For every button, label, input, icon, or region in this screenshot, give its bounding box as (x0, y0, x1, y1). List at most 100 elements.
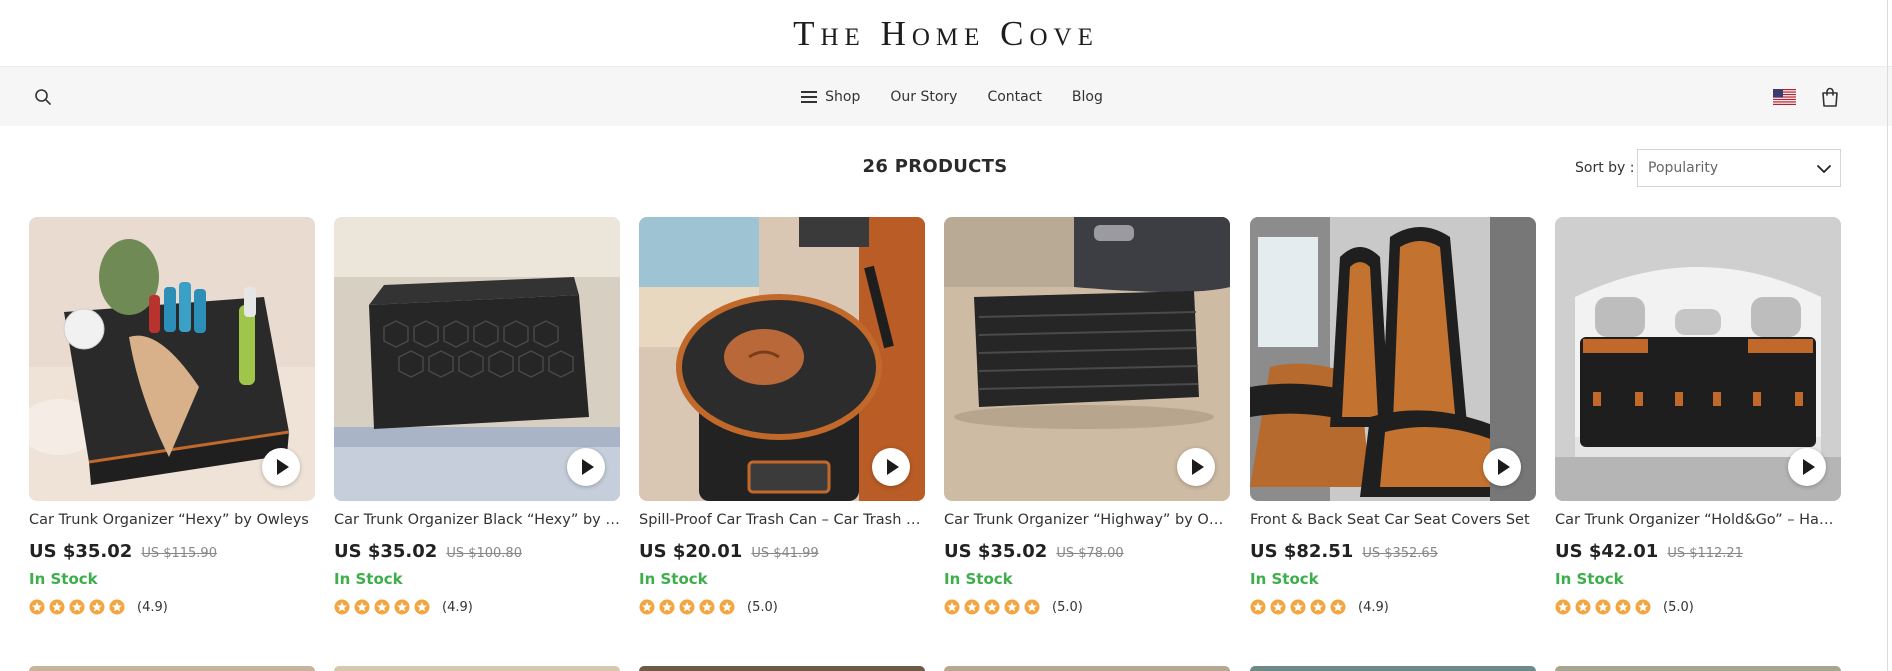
product-price: US $82.51 (1250, 541, 1354, 562)
original-price: US $352.65 (1362, 546, 1438, 561)
star-icon (354, 599, 370, 615)
star-icon (719, 599, 735, 615)
stock-status: In Stock (1250, 570, 1319, 588)
product-title[interactable]: Spill-Proof Car Trash Can – Car Trash Ba… (639, 512, 925, 528)
hamburger-menu-icon (801, 91, 818, 103)
product-price: US $35.02 (334, 541, 438, 562)
next-row-preview (29, 666, 1841, 671)
nav-item-label: Shop (825, 89, 861, 105)
product-image[interactable] (29, 666, 315, 671)
product-image[interactable] (1555, 666, 1841, 671)
stock-status: In Stock (639, 570, 708, 588)
rating: (4.9) (29, 599, 168, 615)
product-price: US $20.01 (639, 541, 743, 562)
rating-score: (4.9) (137, 599, 168, 615)
price-row: US $20.01 US $41.99 (639, 541, 819, 562)
product-image[interactable] (1555, 217, 1841, 501)
star-icon (1004, 599, 1020, 615)
stock-status: In Stock (944, 570, 1013, 588)
product-card[interactable]: Car Trunk Organizer “Highway” by Owleys … (944, 217, 1230, 627)
star-icon (1555, 599, 1571, 615)
play-video-button[interactable] (1788, 448, 1826, 486)
rating: (5.0) (639, 599, 778, 615)
nav-item-contact[interactable]: Contact (987, 89, 1041, 105)
price-row: US $35.02 US $115.90 (29, 541, 217, 562)
original-price: US $115.90 (141, 546, 217, 561)
play-video-button[interactable] (567, 448, 605, 486)
star-icon (1024, 599, 1040, 615)
product-image[interactable] (639, 217, 925, 501)
scrollbar-track[interactable] (1887, 0, 1892, 671)
original-price: US $41.99 (751, 546, 819, 561)
original-price: US $112.21 (1667, 546, 1743, 561)
play-video-button[interactable] (872, 448, 910, 486)
product-image[interactable] (639, 666, 925, 671)
product-price: US $42.01 (1555, 541, 1659, 562)
product-title[interactable]: Car Trunk Organizer “Hold&Go” – Hanging … (1555, 512, 1841, 528)
star-icon (679, 599, 695, 615)
product-card[interactable]: Spill-Proof Car Trash Can – Car Trash Ba… (639, 217, 925, 627)
product-title[interactable]: Front & Back Seat Car Seat Covers Set (1250, 512, 1536, 528)
rating-score: (5.0) (747, 599, 778, 615)
product-title[interactable]: Car Trunk Organizer “Highway” by Owleys (944, 512, 1230, 528)
nav-item-blog[interactable]: Blog (1072, 89, 1103, 105)
chevron-down-icon (1817, 165, 1831, 173)
price-row: US $35.02 US $78.00 (944, 541, 1124, 562)
stock-status: In Stock (334, 570, 403, 588)
play-video-button[interactable] (1483, 448, 1521, 486)
star-icon (1270, 599, 1286, 615)
rating: (4.9) (334, 599, 473, 615)
play-video-button[interactable] (1177, 448, 1215, 486)
product-title[interactable]: Car Trunk Organizer “Hexy” by Owleys (29, 512, 315, 528)
product-image[interactable] (29, 217, 315, 501)
rating-score: (4.9) (442, 599, 473, 615)
star-icon (414, 599, 430, 615)
rating-score: (5.0) (1663, 599, 1694, 615)
nav-item-shop[interactable]: Shop (801, 89, 860, 105)
product-image[interactable] (1250, 217, 1536, 501)
star-icon (659, 599, 675, 615)
star-icon (1310, 599, 1326, 615)
shopping-bag-icon[interactable] (1820, 86, 1840, 108)
product-card[interactable]: Car Trunk Organizer “Hold&Go” – Hanging … (1555, 217, 1841, 627)
price-row: US $42.01 US $112.21 (1555, 541, 1743, 562)
product-image[interactable] (334, 217, 620, 501)
main-nav: Shop Our Story Contact Blog (0, 66, 1892, 126)
product-price: US $35.02 (944, 541, 1048, 562)
sort-label: Sort by : (1575, 160, 1635, 176)
rating-score: (5.0) (1052, 599, 1083, 615)
star-icon (1575, 599, 1591, 615)
star-icon (334, 599, 350, 615)
star-icon (964, 599, 980, 615)
star-icon (374, 599, 390, 615)
product-image[interactable] (1250, 666, 1536, 671)
star-icon (69, 599, 85, 615)
play-video-button[interactable] (262, 448, 300, 486)
original-price: US $100.80 (446, 546, 522, 561)
star-icon (394, 599, 410, 615)
star-icon (944, 599, 960, 615)
product-title[interactable]: Car Trunk Organizer Black “Hexy” by Owle… (334, 512, 620, 528)
sort-dropdown[interactable]: Popularity (1637, 149, 1841, 187)
brand-logo[interactable]: The Home Cove (793, 14, 1099, 54)
star-icon (1290, 599, 1306, 615)
rating: (4.9) (1250, 599, 1389, 615)
product-card[interactable]: Car Trunk Organizer “Hexy” by Owleys US … (29, 217, 315, 627)
star-icon (109, 599, 125, 615)
product-image[interactable] (334, 666, 620, 671)
star-icon (984, 599, 1000, 615)
nav-menu: Shop Our Story Contact Blog (0, 67, 1892, 127)
product-image[interactable] (944, 217, 1230, 501)
product-card[interactable]: Front & Back Seat Car Seat Covers Set US… (1250, 217, 1536, 627)
price-row: US $35.02 US $100.80 (334, 541, 522, 562)
star-icon (1595, 599, 1611, 615)
price-row: US $82.51 US $352.65 (1250, 541, 1438, 562)
star-icon (1330, 599, 1346, 615)
nav-item-our-story[interactable]: Our Story (890, 89, 957, 105)
product-image[interactable] (944, 666, 1230, 671)
star-icon (1250, 599, 1266, 615)
star-icon (49, 599, 65, 615)
product-card[interactable]: Car Trunk Organizer Black “Hexy” by Owle… (334, 217, 620, 627)
star-icon (639, 599, 655, 615)
us-flag-icon[interactable] (1773, 89, 1796, 105)
